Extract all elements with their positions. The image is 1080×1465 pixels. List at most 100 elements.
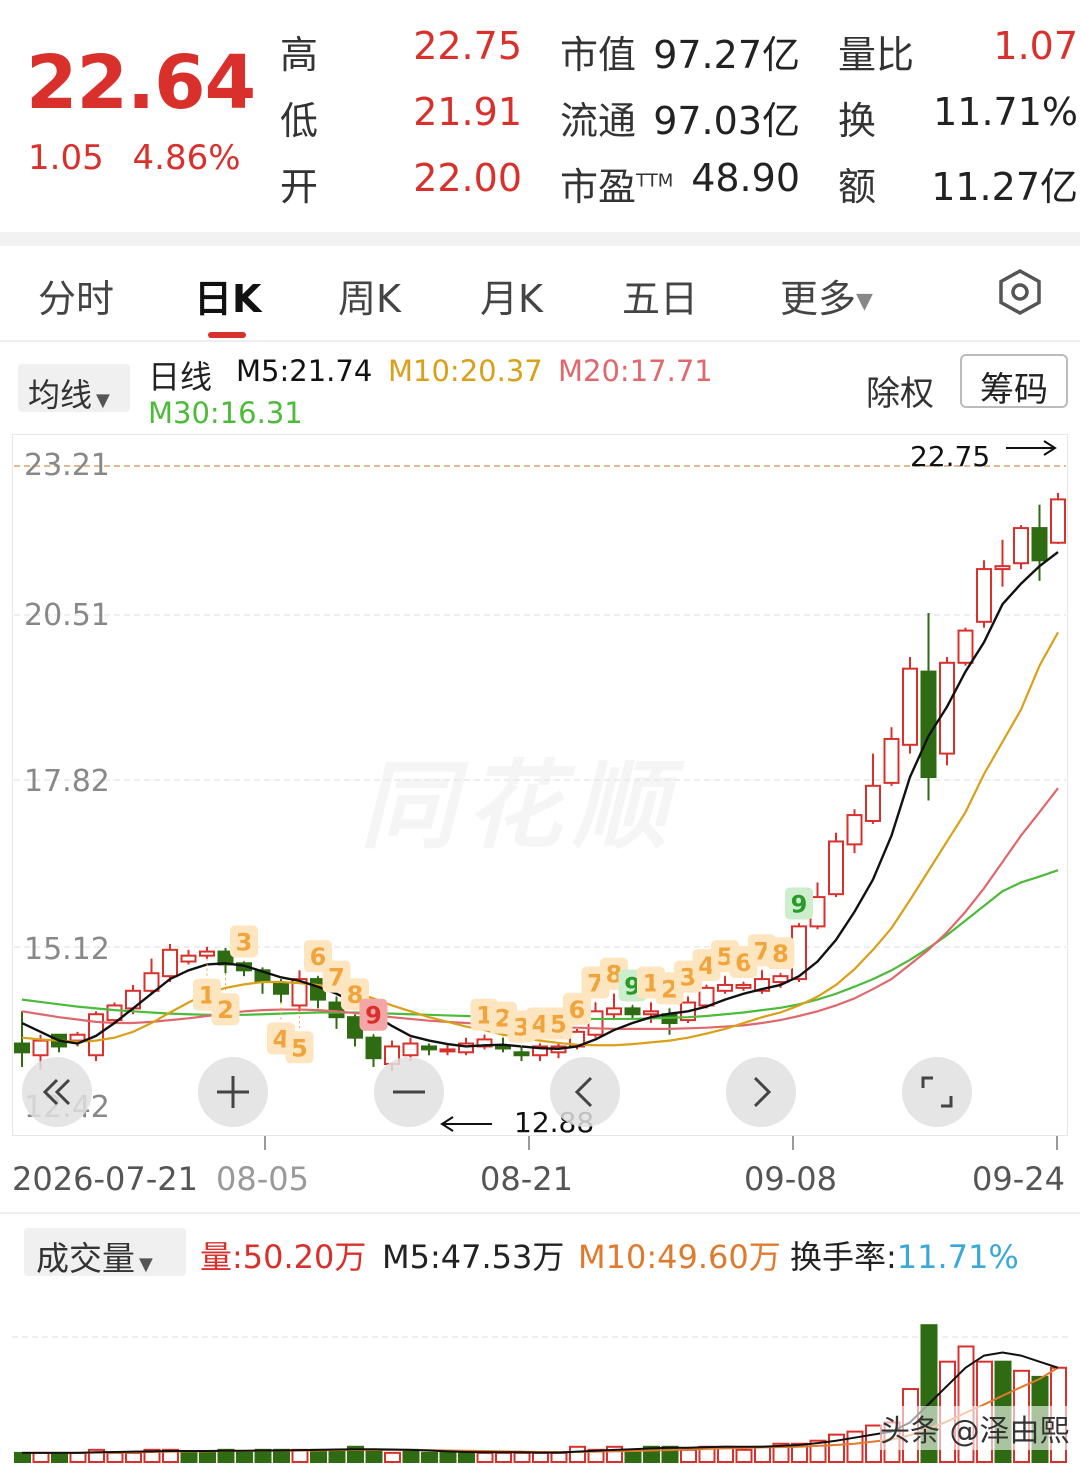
y-axis-label: 23.21 bbox=[24, 448, 110, 483]
volume-bar bbox=[495, 1451, 512, 1464]
plus-icon bbox=[217, 1076, 249, 1108]
high-marker-label: 22.75 bbox=[910, 440, 991, 473]
count-marker-number: 2 bbox=[217, 996, 234, 1024]
volume-bar bbox=[310, 1448, 327, 1463]
x-axis-date: 08-05 bbox=[216, 1160, 309, 1198]
candle-body bbox=[69, 1033, 86, 1042]
volume-bar bbox=[680, 1448, 697, 1463]
candle-body bbox=[1031, 527, 1048, 562]
candle-body bbox=[717, 983, 733, 992]
volume-bar bbox=[291, 1448, 309, 1463]
turnover-rate-value: 11.71% bbox=[896, 1238, 1019, 1276]
candle-body bbox=[273, 982, 289, 995]
chevron-right-icon bbox=[753, 1076, 772, 1108]
next-button[interactable] bbox=[726, 1057, 796, 1127]
volume-bar bbox=[180, 1451, 198, 1464]
volume-bar bbox=[569, 1445, 586, 1464]
volume-bar bbox=[513, 1451, 531, 1464]
double-chevron-left-icon bbox=[42, 1078, 71, 1106]
candle-body bbox=[14, 1042, 30, 1054]
x-axis-date: 08-21 bbox=[480, 1160, 573, 1198]
volume-bar bbox=[476, 1451, 494, 1464]
volume-bar bbox=[69, 1451, 87, 1464]
count-marker-number: 9 bbox=[365, 1002, 382, 1030]
source-watermark: 头条 @泽由熙 bbox=[880, 1406, 1070, 1450]
candle-body bbox=[735, 983, 752, 989]
candle-body bbox=[143, 972, 160, 992]
volume-bar bbox=[328, 1448, 346, 1463]
volume-bar bbox=[550, 1451, 568, 1464]
candle-body bbox=[643, 1010, 659, 1016]
candle-body bbox=[902, 667, 918, 746]
turnover-rate: 换手率:11.71% bbox=[790, 1232, 1019, 1278]
count-marker-number: 9 bbox=[791, 890, 808, 918]
candle-body bbox=[199, 950, 215, 957]
candle-body bbox=[698, 986, 715, 1007]
ma20-line bbox=[21, 787, 1059, 1030]
candle-body bbox=[180, 954, 197, 963]
volume-bar bbox=[532, 1451, 549, 1464]
count-marker-number: 6 bbox=[569, 996, 586, 1024]
x-axis-date: 2026-07-21 bbox=[12, 1160, 198, 1198]
ma5-line bbox=[21, 551, 1059, 1051]
volume-bar bbox=[125, 1451, 142, 1464]
candle-body bbox=[1013, 527, 1029, 565]
candle-body bbox=[162, 948, 178, 978]
volume-bar bbox=[236, 1451, 253, 1464]
candle-body bbox=[994, 565, 1011, 571]
volume-bar bbox=[828, 1433, 845, 1463]
volume-bar bbox=[384, 1451, 401, 1464]
candle-body bbox=[606, 1007, 622, 1016]
y-axis-label: 20.51 bbox=[24, 598, 110, 633]
volume-bar bbox=[421, 1451, 438, 1464]
candle-body bbox=[624, 1007, 641, 1016]
dropdown-caret-icon: ▼ bbox=[139, 1254, 153, 1275]
candle-body bbox=[828, 840, 844, 896]
candle-body bbox=[846, 814, 863, 846]
volume-bar bbox=[865, 1424, 882, 1464]
candle-body bbox=[513, 1051, 530, 1057]
count-marker-number: 8 bbox=[772, 940, 789, 968]
candle-body bbox=[976, 568, 992, 623]
zoom-out-button[interactable] bbox=[374, 1057, 444, 1127]
x-axis-date: 09-24 bbox=[972, 1160, 1065, 1198]
candle-body bbox=[421, 1045, 437, 1051]
candle-body bbox=[365, 1036, 382, 1060]
candle-body bbox=[772, 975, 789, 984]
volume-bar bbox=[32, 1451, 50, 1464]
candle-body bbox=[920, 670, 937, 779]
chart-divider bbox=[0, 1212, 1080, 1214]
y-axis-label: 15.12 bbox=[24, 932, 110, 967]
count-marker-number: 3 bbox=[236, 929, 253, 957]
ma30-line bbox=[21, 869, 1059, 1021]
candle-body bbox=[957, 629, 974, 664]
chevron-left-icon bbox=[574, 1076, 593, 1108]
prev-button[interactable] bbox=[550, 1057, 620, 1127]
volume-ma5: M5:47.53万 bbox=[382, 1238, 565, 1276]
minus-icon bbox=[393, 1090, 425, 1094]
scroll-left-button[interactable] bbox=[22, 1057, 92, 1127]
volume-indicator-label: 成交量 bbox=[36, 1239, 135, 1278]
y-axis-label: 17.82 bbox=[24, 764, 110, 799]
volume-bar bbox=[439, 1451, 457, 1464]
volume-bar bbox=[458, 1451, 475, 1464]
volume-bar bbox=[106, 1451, 124, 1464]
zoom-in-button[interactable] bbox=[198, 1057, 268, 1127]
fullscreen-button[interactable] bbox=[902, 1057, 972, 1127]
candle-body bbox=[402, 1042, 419, 1057]
volume-ma10: M10:49.60万 bbox=[578, 1238, 781, 1276]
volume-bar bbox=[754, 1445, 771, 1464]
x-axis-date: 09-08 bbox=[744, 1160, 837, 1198]
volume-bar bbox=[199, 1451, 216, 1464]
volume-bar bbox=[735, 1448, 753, 1463]
volume-value: 量:50.20万 bbox=[200, 1238, 367, 1276]
volume-bar bbox=[402, 1448, 420, 1463]
volume-bar bbox=[365, 1448, 383, 1463]
fullscreen-icon bbox=[921, 1076, 953, 1108]
candle-body bbox=[439, 1048, 456, 1053]
candle-body bbox=[865, 784, 881, 822]
candle-body bbox=[495, 1045, 511, 1050]
volume-bar bbox=[14, 1451, 31, 1464]
candle-body bbox=[32, 1039, 49, 1057]
volume-indicator-selector[interactable]: 成交量 ▼ bbox=[24, 1228, 186, 1278]
